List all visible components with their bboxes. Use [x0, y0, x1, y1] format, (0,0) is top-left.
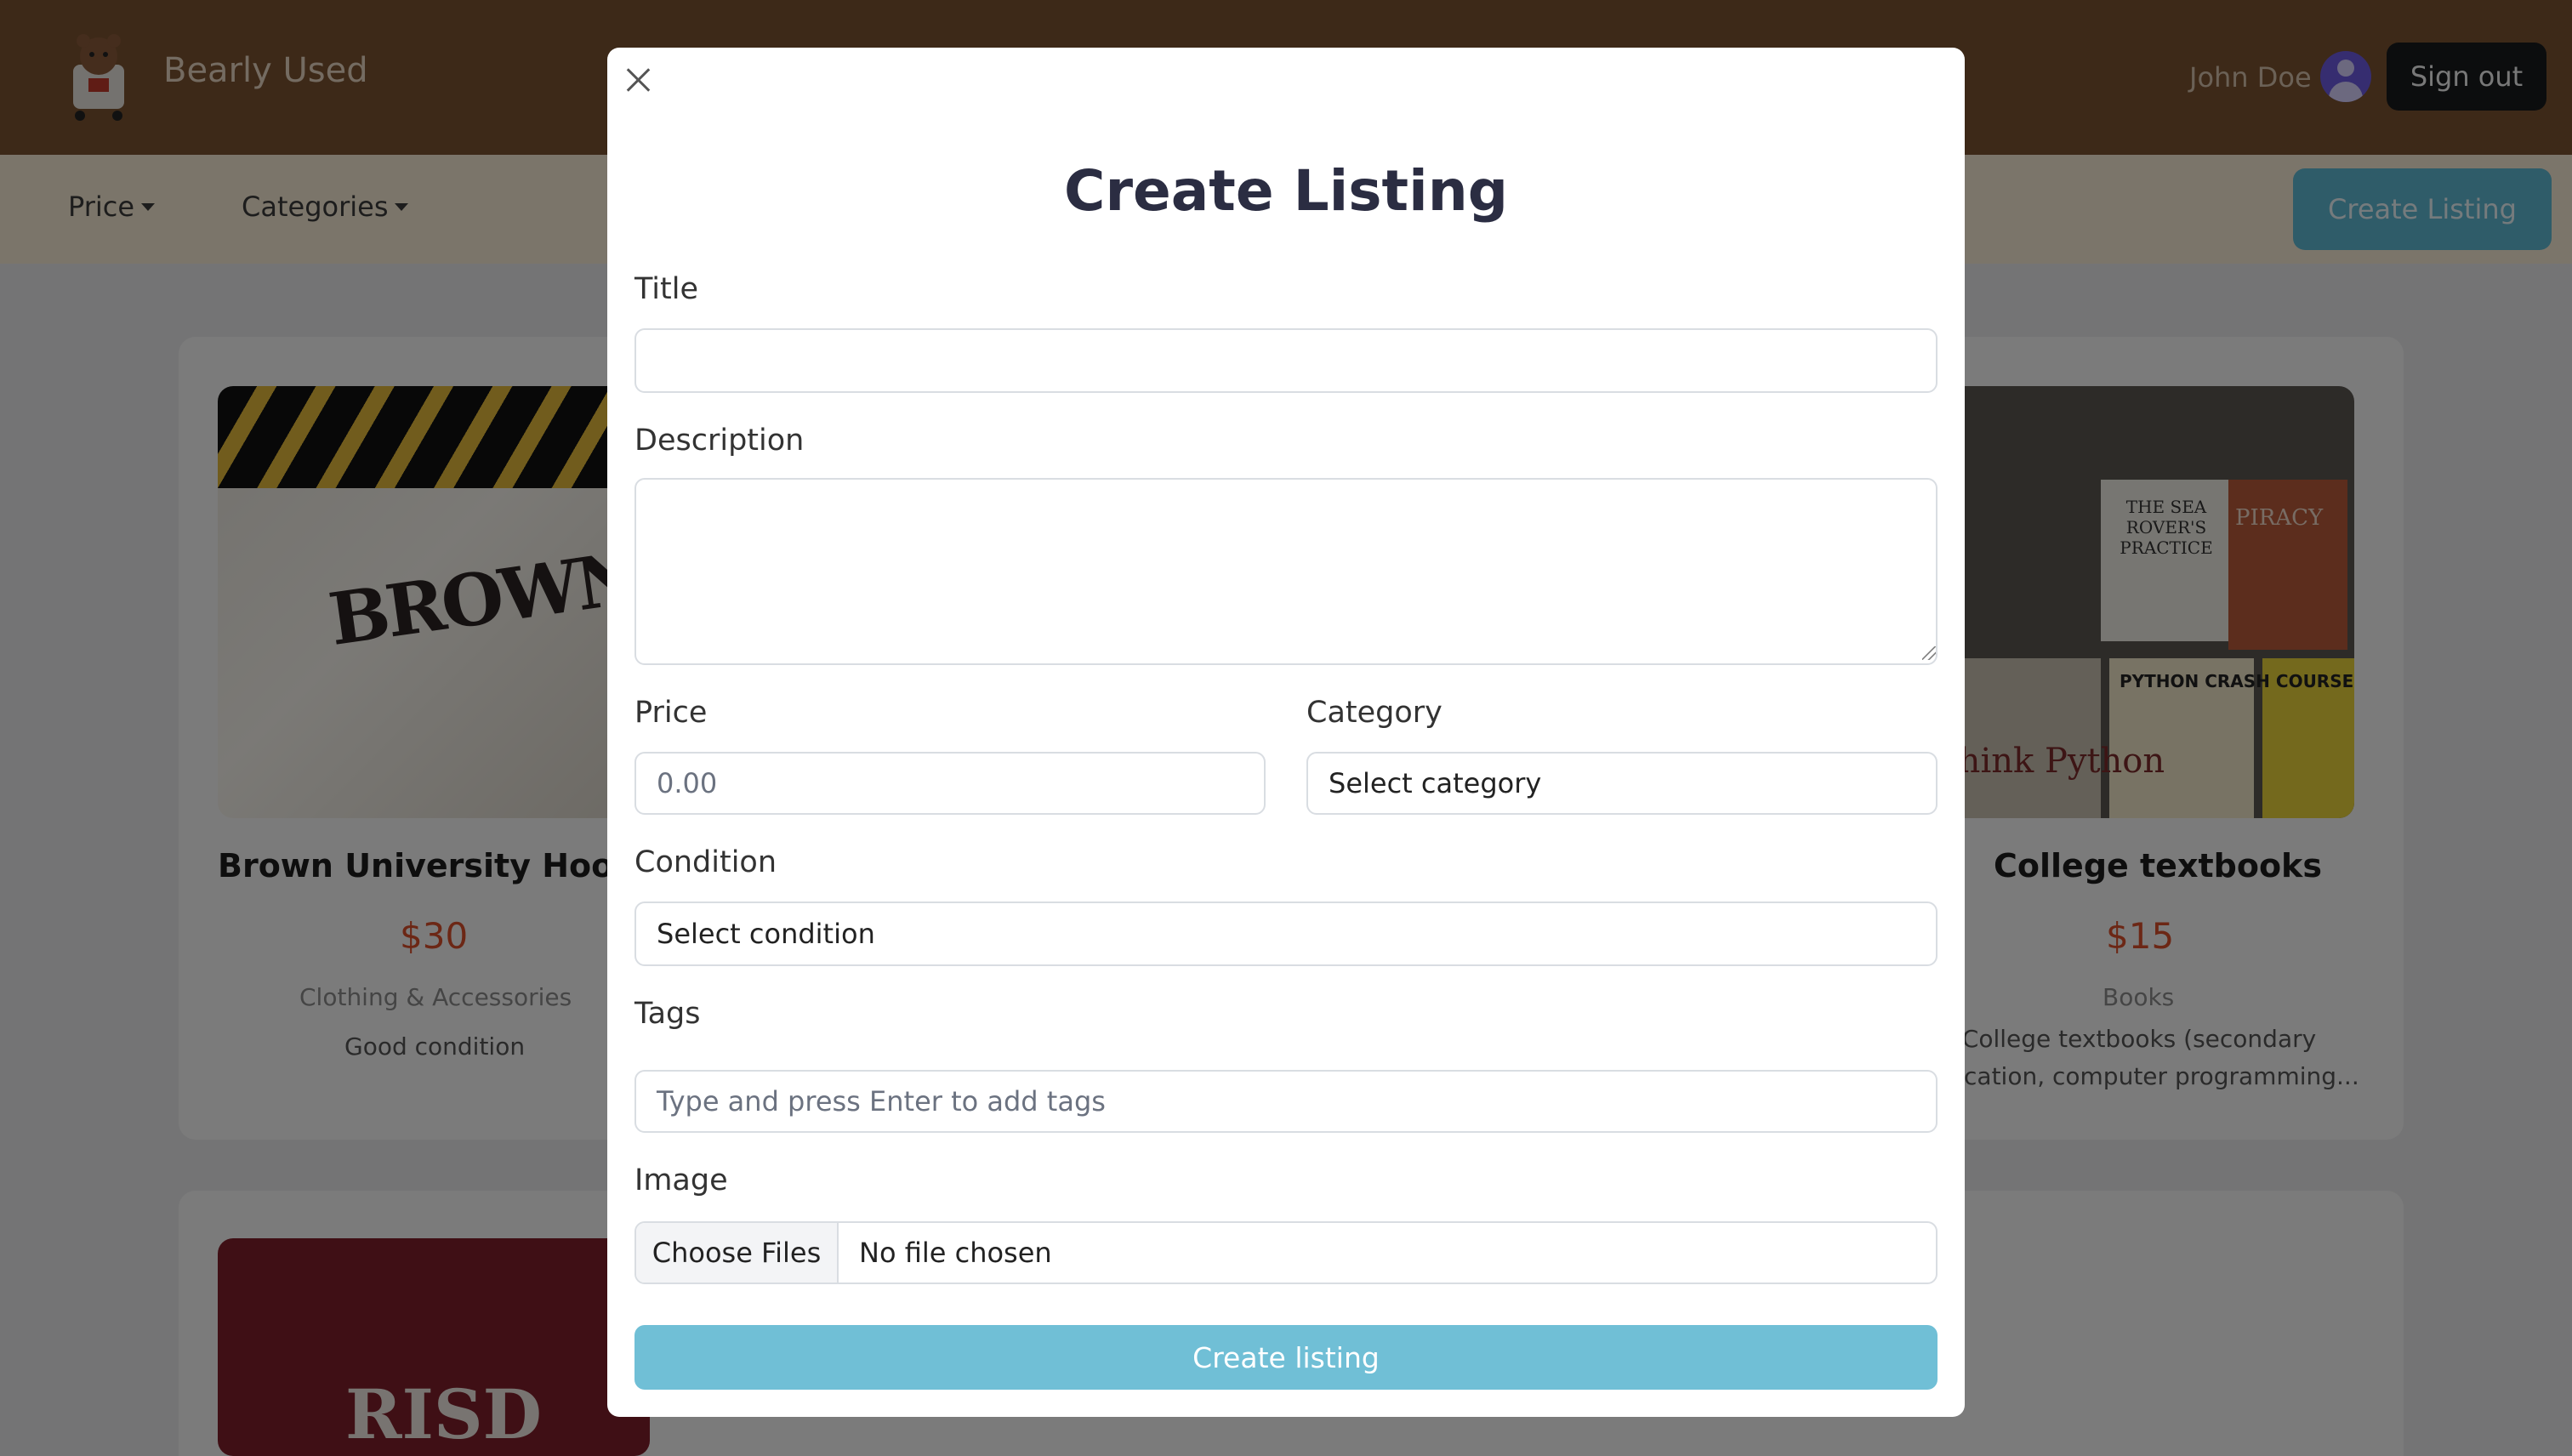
price-label: Price: [634, 696, 708, 730]
modal-title: Create Listing: [1064, 158, 1508, 224]
condition-select[interactable]: Select condition: [634, 901, 1938, 966]
tags-input[interactable]: Type and press Enter to add tags: [634, 1070, 1938, 1133]
image-file-input[interactable]: Choose Files No file chosen: [634, 1221, 1938, 1284]
file-status-text: No file chosen: [859, 1237, 1052, 1269]
category-label: Category: [1306, 696, 1442, 730]
create-listing-modal: [607, 48, 1965, 1417]
description-label: Description: [634, 424, 805, 458]
create-listing-submit-button[interactable]: Create listing: [634, 1325, 1938, 1390]
title-input[interactable]: [634, 328, 1938, 393]
category-select[interactable]: Select category: [1306, 752, 1938, 815]
image-label: Image: [634, 1163, 728, 1197]
title-label: Title: [634, 272, 699, 306]
tags-label: Tags: [634, 997, 701, 1031]
resize-handle-icon[interactable]: [1922, 646, 1936, 660]
price-input[interactable]: 0.00: [634, 752, 1266, 815]
choose-files-button[interactable]: Choose Files: [636, 1223, 839, 1283]
condition-label: Condition: [634, 845, 777, 879]
description-textarea[interactable]: [634, 478, 1938, 665]
close-icon[interactable]: [626, 68, 650, 92]
